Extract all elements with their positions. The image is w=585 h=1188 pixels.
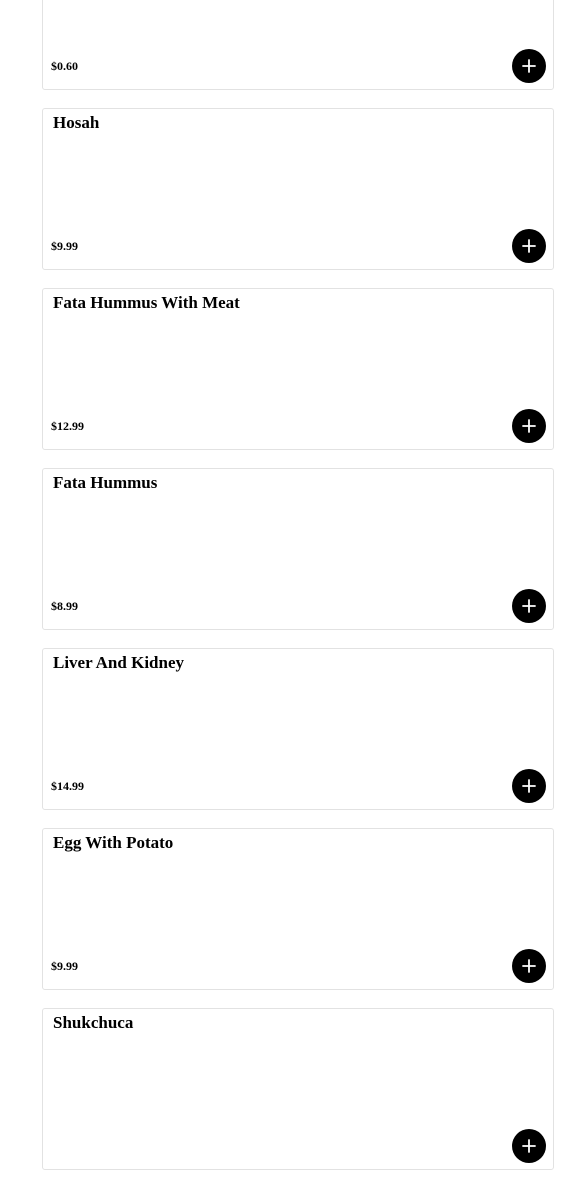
- menu-item-name: Shukchuca: [53, 1013, 134, 1032]
- add-to-cart-button[interactable]: [512, 589, 546, 623]
- menu-item-card[interactable]: Fata Hummus With Meat $12.99: [42, 288, 554, 450]
- menu-item-card[interactable]: Shukchuca: [42, 1008, 554, 1170]
- add-to-cart-button[interactable]: [512, 229, 546, 263]
- plus-icon: [522, 59, 536, 73]
- plus-icon: [522, 239, 536, 253]
- plus-icon: [522, 959, 536, 973]
- menu-item-card[interactable]: $0.60: [42, 0, 554, 90]
- add-to-cart-button[interactable]: [512, 769, 546, 803]
- menu-item-name: Liver And Kidney: [53, 653, 184, 672]
- menu-item-card[interactable]: Liver And Kidney $14.99: [42, 648, 554, 810]
- menu-item-name: Fata Hummus With Meat: [53, 293, 240, 312]
- menu-item-price: $8.99: [51, 599, 78, 613]
- menu-item-card[interactable]: Hosah $9.99: [42, 108, 554, 270]
- menu-item-price: $14.99: [51, 779, 84, 793]
- menu-item-card[interactable]: Fata Hummus $8.99: [42, 468, 554, 630]
- plus-icon: [522, 599, 536, 613]
- add-to-cart-button[interactable]: [512, 409, 546, 443]
- add-to-cart-button[interactable]: [512, 49, 546, 83]
- menu-item-price: $9.99: [51, 959, 78, 973]
- add-to-cart-button[interactable]: [512, 1129, 546, 1163]
- menu-item-price: $0.60: [51, 59, 78, 73]
- menu-item-name: Hosah: [53, 113, 100, 132]
- menu-item-card[interactable]: Egg With Potato $9.99: [42, 828, 554, 990]
- menu-item-name: Fata Hummus: [53, 473, 158, 492]
- plus-icon: [522, 779, 536, 793]
- add-to-cart-button[interactable]: [512, 949, 546, 983]
- plus-icon: [522, 419, 536, 433]
- menu-item-price: $12.99: [51, 419, 84, 433]
- plus-icon: [522, 1139, 536, 1153]
- menu-item-name: Egg With Potato: [53, 833, 174, 852]
- menu-item-list: $0.60 Hosah $9.99 Fata Hummus With Meat …: [42, 0, 554, 1188]
- menu-item-price: $9.99: [51, 239, 78, 253]
